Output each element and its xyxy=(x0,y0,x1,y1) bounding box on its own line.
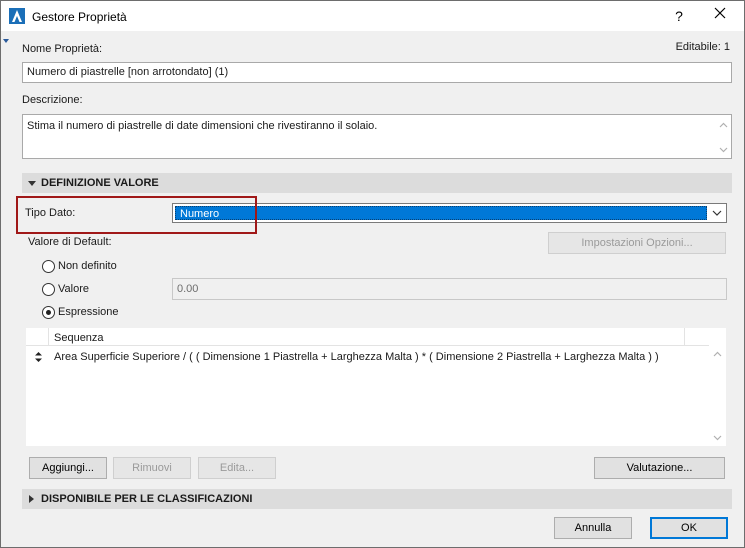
section-value-definition-label: DEFINIZIONE VALORE xyxy=(41,177,159,189)
radio-value-label[interactable]: Valore xyxy=(58,283,89,295)
expression-list[interactable]: Sequenza Area Superficie Superiore / ( (… xyxy=(26,328,709,446)
description-text: Stima il numero di piastrelle di date di… xyxy=(27,120,378,132)
column-divider xyxy=(48,328,49,346)
column-divider xyxy=(684,328,685,346)
expression-text: Area Superficie Superiore / ( ( Dimensio… xyxy=(54,351,659,363)
scroll-up-icon[interactable] xyxy=(713,350,722,359)
property-manager-dialog: Gestore Proprietà ? Nome Proprietà: Edit… xyxy=(0,0,745,548)
radio-undefined[interactable] xyxy=(42,260,55,273)
option-settings-button[interactable]: Impostazioni Opzioni... xyxy=(548,232,726,254)
property-name-label: Nome Proprietà: xyxy=(22,43,103,55)
scroll-down-icon[interactable] xyxy=(713,433,722,442)
edit-button[interactable]: Edita... xyxy=(198,457,276,479)
drag-handle-icon[interactable] xyxy=(35,352,42,362)
evaluate-button[interactable]: Valutazione... xyxy=(594,457,725,479)
ok-button[interactable]: OK xyxy=(650,517,728,539)
side-panel-arrow-icon[interactable] xyxy=(3,39,9,43)
description-scrollbar[interactable] xyxy=(716,115,731,158)
editable-count: Editabile: 1 xyxy=(675,41,730,53)
radio-value[interactable] xyxy=(42,283,55,296)
window-title: Gestore Proprietà xyxy=(32,10,127,24)
collapse-triangle-icon xyxy=(28,181,36,186)
expand-triangle-icon xyxy=(29,495,34,503)
highlight-annotation-box xyxy=(16,196,257,234)
expression-list-scrollbar[interactable] xyxy=(709,328,726,446)
help-button[interactable]: ? xyxy=(665,6,693,26)
close-button[interactable] xyxy=(706,6,734,26)
expression-list-header: Sequenza xyxy=(26,328,709,346)
cancel-button[interactable]: Annulla xyxy=(554,517,632,539)
list-item[interactable]: Area Superficie Superiore / ( ( Dimensio… xyxy=(26,348,709,366)
close-icon xyxy=(714,7,726,19)
scroll-up-icon[interactable] xyxy=(719,121,728,130)
radio-expression-label[interactable]: Espressione xyxy=(58,306,119,318)
section-classifications-label: DISPONIBILE PER LE CLASSIFICAZIONI xyxy=(41,493,253,505)
radio-undefined-label[interactable]: Non definito xyxy=(58,260,117,272)
default-value-label: Valore di Default: xyxy=(28,236,112,248)
remove-button[interactable]: Rimuovi xyxy=(113,457,191,479)
radio-expression[interactable] xyxy=(42,306,55,319)
chevron-down-icon xyxy=(712,210,722,216)
scroll-down-icon[interactable] xyxy=(719,145,728,154)
title-bar: Gestore Proprietà ? xyxy=(1,1,744,31)
add-button[interactable]: Aggiungi... xyxy=(29,457,107,479)
section-classifications[interactable]: DISPONIBILE PER LE CLASSIFICAZIONI xyxy=(22,489,732,509)
archicad-app-icon xyxy=(9,8,25,24)
description-textarea[interactable]: Stima il numero di piastrelle di date di… xyxy=(22,114,732,159)
default-value-input[interactable]: 0.00 xyxy=(172,278,727,300)
description-label: Descrizione: xyxy=(22,94,83,106)
section-value-definition[interactable]: DEFINIZIONE VALORE xyxy=(22,173,732,193)
sequence-column-header[interactable]: Sequenza xyxy=(54,332,104,344)
property-name-input[interactable]: Numero di piastrelle [non arrotondato] (… xyxy=(22,62,732,83)
